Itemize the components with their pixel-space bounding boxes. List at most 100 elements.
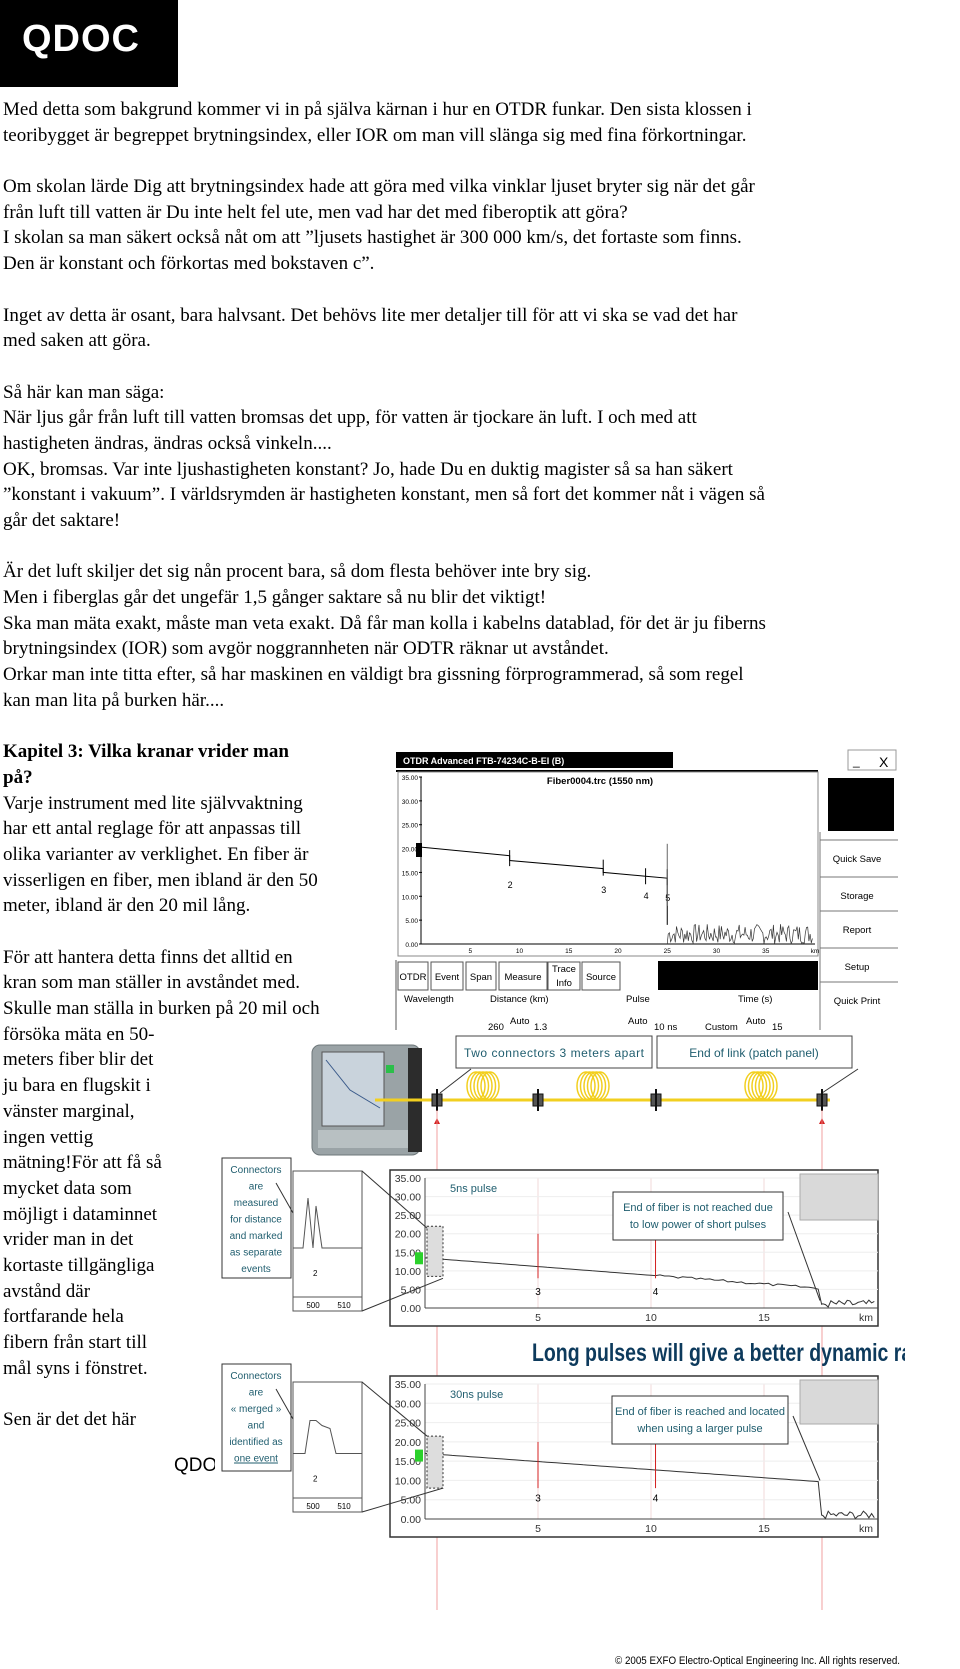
left-note-text: measured: [234, 1198, 278, 1209]
note-text: End of fiber is not reached due: [623, 1202, 773, 1214]
x-tick-label: 30: [713, 948, 721, 955]
text-line: från luft till vatten är Du inte helt fe…: [3, 201, 628, 223]
x-tick-label: 10: [516, 948, 524, 955]
text-line: Ska man mäta exakt, måste man veta exakt…: [3, 612, 766, 634]
headline: Long pulses will give a better dynamic r…: [532, 1339, 905, 1367]
tab-label: OTDR: [400, 972, 427, 983]
left-note-text: are: [249, 1182, 264, 1193]
y-tick-label: 30.00: [395, 1398, 421, 1410]
event-label: 4: [644, 891, 649, 901]
x-tick-label: 10: [645, 1523, 657, 1535]
event-label: 4: [653, 1494, 659, 1505]
x-tick-label: 15: [565, 948, 573, 955]
left-note-text: « merged »: [231, 1404, 282, 1415]
event-label: 3: [535, 1287, 541, 1298]
tab-span[interactable]: Span: [465, 961, 497, 991]
minimize-button[interactable]: _: [852, 754, 860, 768]
field-value: 10 ns: [654, 1022, 677, 1033]
tab-event[interactable]: Event: [430, 961, 464, 991]
left-note-text: for distance: [230, 1215, 282, 1226]
text-line: Är det luft skiljer det sig nån procent …: [3, 561, 592, 583]
left-note-text: one event: [234, 1454, 278, 1465]
zoom-box: [426, 1435, 444, 1489]
text-line: Den är konstant och förkortas med boksta…: [3, 253, 375, 275]
y-tick-label: 20.00: [402, 847, 419, 854]
side-button-label: Quick Save: [833, 854, 882, 865]
pulse-label: 30ns pulse: [450, 1389, 503, 1401]
note-text: End of fiber is reached and located: [615, 1406, 785, 1418]
y-tick-label: 35.00: [395, 1173, 421, 1185]
text-line: med saken att göra.: [3, 330, 151, 352]
inset-label: 2: [313, 1475, 318, 1484]
y-tick-label: 5.00: [401, 1495, 422, 1507]
y-tick-label: 25.00: [402, 823, 419, 830]
event-label: 3: [601, 885, 606, 895]
y-tick-label: 30.00: [395, 1192, 421, 1204]
field-label: Time (s): [738, 994, 772, 1005]
launch-marker: [416, 843, 422, 857]
text-line: Inget av detta är osant, bara halvsant. …: [3, 304, 738, 326]
field-value: Auto: [510, 1016, 530, 1027]
qdoc-logo: QDOC: [0, 0, 178, 87]
x-tick-label: km: [859, 1312, 873, 1324]
y-tick-label: 20.00: [395, 1437, 421, 1449]
tab-source[interactable]: Source: [581, 961, 621, 991]
y-tick-label: 10.00: [395, 1266, 421, 1278]
left-note-text: Connectors: [230, 1371, 281, 1382]
tab-label: Trace: [552, 964, 576, 975]
field-value: Auto: [746, 1016, 766, 1027]
left-note-text: identified as: [229, 1437, 282, 1448]
field-label: Wavelength: [404, 994, 454, 1005]
inset-tick: 500: [306, 1301, 320, 1310]
inset-tick: 510: [337, 1301, 351, 1310]
text-line: Men i fiberglas går det ungefär 1,5 gång…: [3, 587, 547, 609]
field-label: Pulse: [626, 994, 650, 1005]
y-tick-label: 0.00: [401, 1303, 422, 1315]
y-tick-label: 15.00: [402, 870, 419, 877]
inset-frame: [292, 1381, 363, 1513]
field-value: 15: [772, 1022, 783, 1033]
left-note-text: and: [248, 1421, 265, 1432]
side-button-label: Setup: [845, 962, 870, 973]
x-tick-label: km: [859, 1523, 873, 1535]
tab-measure[interactable]: Measure: [498, 961, 548, 991]
tab-label: Span: [470, 972, 492, 983]
note-box: [611, 1395, 789, 1445]
x-tick-label: 10: [645, 1312, 657, 1324]
left-note-text: events: [241, 1264, 270, 1275]
tab-trace-info[interactable]: Trace Info: [547, 961, 581, 991]
note-box: [612, 1191, 784, 1241]
field-value: 260: [488, 1022, 504, 1033]
y-tick-label: 10.00: [402, 894, 419, 901]
event-label: 4: [653, 1287, 659, 1298]
logo-text: QDOC: [22, 18, 140, 60]
x-tick-label: km: [811, 948, 820, 955]
text-line: Orkar man inte titta efter, så har maski…: [3, 664, 744, 686]
close-button[interactable]: X: [879, 754, 889, 770]
text-line: kan man lita på burken här....: [3, 689, 225, 711]
footer-watermark: QDO: [174, 1455, 218, 1476]
note-text: when using a larger pulse: [636, 1423, 762, 1435]
otdr-screenshot: OTDR Advanced FTB-74234C-B-EI (B) _ X 35…: [395, 748, 900, 1033]
text-line: OK, bromsas. Var inte ljushastigheten ko…: [3, 458, 733, 480]
x-tick-label: 5: [535, 1523, 541, 1535]
tab-label: Event: [435, 972, 460, 983]
text-line: Om skolan lärde Dig att brytningsindex h…: [3, 176, 755, 198]
tab-label: Measure: [505, 972, 542, 983]
trace-title: Fiber0004.trc (1550 nm): [547, 776, 653, 787]
event-label: 5: [665, 893, 670, 903]
zoom-box: [426, 1225, 444, 1277]
callout-two-connectors: Two connectors 3 meters apart: [464, 1046, 645, 1060]
field-value: Custom: [705, 1022, 738, 1033]
event-label: 3: [535, 1494, 541, 1505]
side-button-label: Storage: [840, 891, 873, 902]
x-tick-label: 5: [535, 1312, 541, 1324]
copyright: © 2005 EXFO Electro-Optical Engineering …: [615, 1655, 900, 1667]
tab-otdr[interactable]: OTDR: [397, 961, 429, 991]
left-note-text: are: [249, 1388, 264, 1399]
inset-tick: 510: [337, 1502, 351, 1511]
x-tick-label: 15: [758, 1312, 770, 1324]
